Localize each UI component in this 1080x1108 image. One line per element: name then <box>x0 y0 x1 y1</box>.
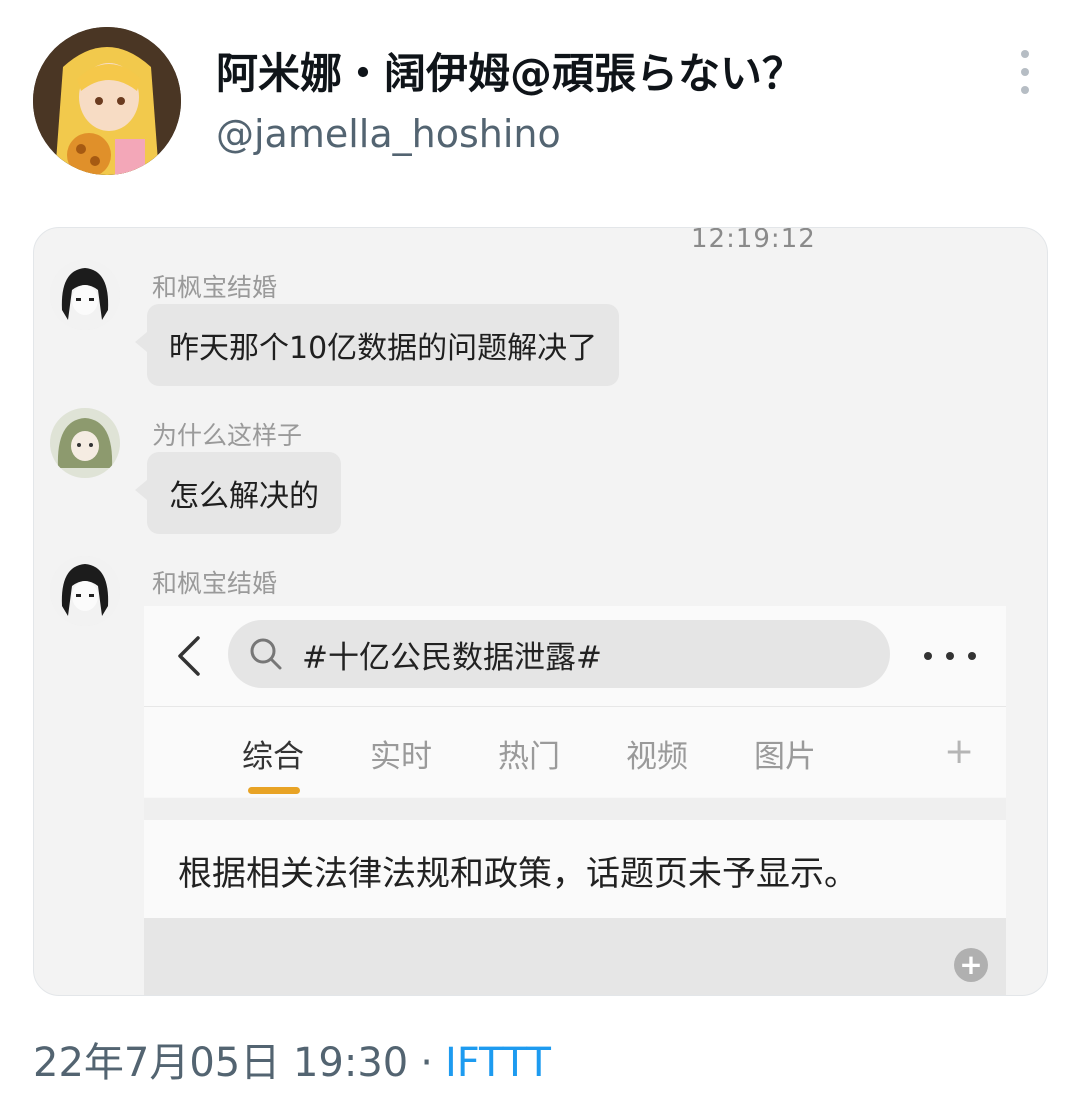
tweet-meta: 22年7月05日 19:30 · IFTTT <box>33 1030 551 1088</box>
chat-avatar-3 <box>50 556 120 626</box>
chat-timestamp: 12:19:12 <box>691 227 816 254</box>
shared-screenshot: #十亿公民数据泄露# 综合 实时 热门 视频 图片 + 根据相关法律法规和政策，… <box>144 606 1006 995</box>
user-avatar[interactable] <box>33 27 181 175</box>
tab-images: 图片 <box>754 739 816 775</box>
message-text-2: 怎么解决的 <box>169 479 319 514</box>
tab-realtime: 实时 <box>370 739 432 775</box>
tweet-source-link[interactable]: IFTTT <box>445 1040 551 1086</box>
tweet-media[interactable]: 12:19:12 和枫宝结婚 昨天那个10亿数据的问题解决了 为什么这样子 怎么… <box>33 227 1048 996</box>
search-icon <box>250 638 282 670</box>
display-name[interactable]: 阿米娜・阔伊姆@頑張らない？ <box>216 40 804 101</box>
tweet-date[interactable]: 22年7月05日 19:30 <box>33 1040 408 1086</box>
zoom-plus-icon: + <box>954 948 988 982</box>
add-tab-icon: + <box>944 731 975 772</box>
sender-name-1: 和枫宝结婚 <box>152 273 278 302</box>
sender-name-3: 和枫宝结婚 <box>152 569 278 598</box>
chat-avatar-2 <box>50 408 120 478</box>
message-bubble-2: 怎么解决的 <box>135 452 341 534</box>
chat-avatar-1 <box>50 260 120 330</box>
tab-hot: 热门 <box>498 739 560 775</box>
tab-video: 视频 <box>626 739 688 775</box>
tab-comprehensive: 综合 <box>242 739 304 775</box>
user-handle[interactable]: @jamella_hoshino <box>216 112 561 156</box>
meta-separator: · <box>420 1040 433 1086</box>
search-header: #十亿公民数据泄露# <box>144 606 1006 707</box>
active-tab-indicator <box>248 787 300 794</box>
notice-panel: 根据相关法律法规和政策，话题页未予显示。 <box>144 820 1006 918</box>
search-bar: #十亿公民数据泄露# <box>228 620 890 688</box>
more-dots-icon <box>924 652 976 660</box>
more-options-icon[interactable] <box>1010 50 1040 94</box>
censorship-notice: 根据相关法律法规和政策，话题页未予显示。 <box>178 854 858 894</box>
search-tabs: 综合 实时 热门 视频 图片 + <box>144 707 1006 797</box>
search-query: #十亿公民数据泄露# <box>302 640 602 676</box>
back-chevron-icon <box>178 636 200 676</box>
avatar-illustration <box>33 27 181 175</box>
divider <box>144 798 1006 820</box>
message-bubble-1: 昨天那个10亿数据的问题解决了 <box>134 304 620 386</box>
message-text-1: 昨天那个10亿数据的问题解决了 <box>169 331 598 366</box>
sender-name-2: 为什么这样子 <box>152 421 303 450</box>
empty-area: + <box>144 918 1006 995</box>
